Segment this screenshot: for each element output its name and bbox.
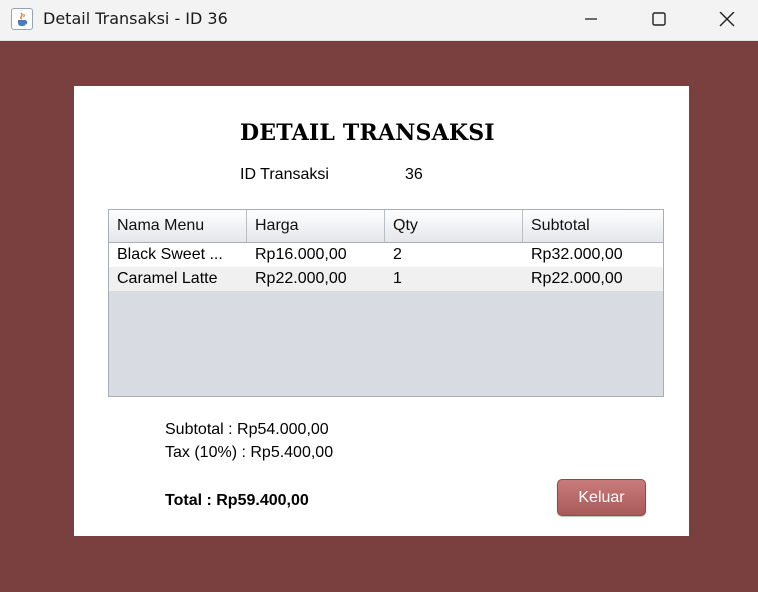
cell-price: Rp22.000,00 [255,270,347,287]
column-header-nama-menu[interactable]: Nama Menu [109,210,247,242]
java-cup-icon [11,8,33,30]
cell-menu-name: Black Sweet ... [117,246,223,263]
close-button[interactable] [692,0,758,40]
window-title: Detail Transaksi - ID 36 [43,9,228,28]
transaction-id-label: ID Transaksi [240,166,329,183]
transaction-id-value: 36 [405,166,423,183]
cell-subtotal: Rp22.000,00 [531,270,623,287]
table-row[interactable]: Caramel Latte Rp22.000,00 1 Rp22.000,00 [109,267,663,291]
subtotal-text: Subtotal : Rp54.000,00 [165,421,329,438]
column-header-qty[interactable]: Qty [385,210,523,242]
table-header: Nama Menu Harga Qty Subtotal [109,210,663,243]
column-header-subtotal[interactable]: Subtotal [523,210,663,242]
cell-qty: 1 [393,270,402,287]
column-header-harga[interactable]: Harga [247,210,385,242]
table-row[interactable]: Black Sweet ... Rp16.000,00 2 Rp32.000,0… [109,243,663,267]
page-title: DETAIL TRANSAKSI [240,120,495,146]
cell-menu-name: Caramel Latte [117,270,218,287]
total-text: Total : Rp59.400,00 [165,492,309,509]
cell-price: Rp16.000,00 [255,246,347,263]
maximize-button[interactable] [624,0,694,40]
cell-subtotal: Rp32.000,00 [531,246,623,263]
maximize-icon [652,12,666,26]
keluar-button[interactable]: Keluar [557,479,646,516]
detail-panel: DETAIL TRANSAKSI ID Transaksi 36 Nama Me… [74,86,689,536]
tax-text: Tax (10%) : Rp5.400,00 [165,444,334,461]
transaction-items-table[interactable]: Nama Menu Harga Qty Subtotal Black Sweet… [108,209,664,397]
minimize-icon [585,18,597,20]
cell-qty: 2 [393,246,402,263]
title-bar: Detail Transaksi - ID 36 [0,0,758,41]
close-icon [719,12,735,27]
minimize-button[interactable] [556,0,626,40]
